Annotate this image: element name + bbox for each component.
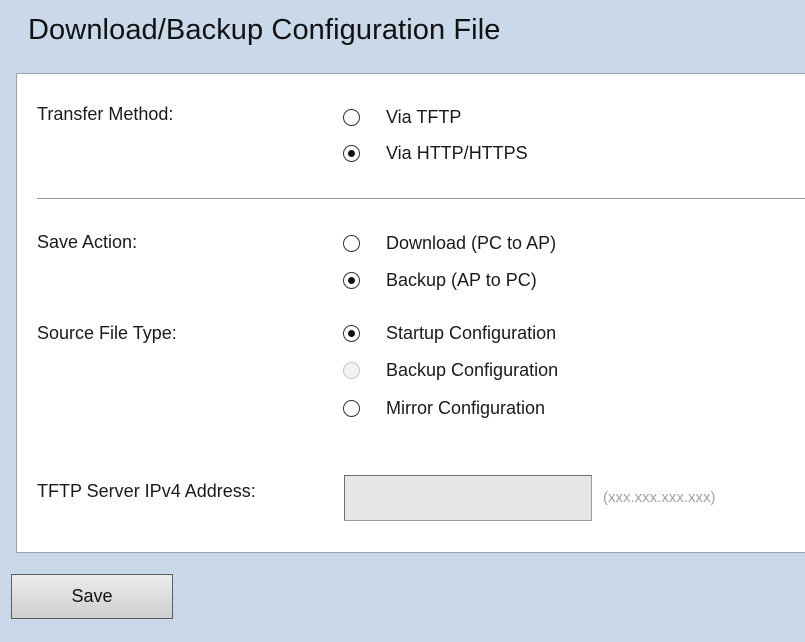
ipv4-format-hint: (xxx.xxx.xxx.xxx) bbox=[603, 489, 716, 506]
source-file-type-label: Source File Type: bbox=[37, 323, 177, 343]
radio-option-download[interactable]: Download (PC to AP) bbox=[343, 230, 556, 256]
option-label-via-tftp: Via TFTP bbox=[386, 106, 462, 127]
save-action-label: Save Action: bbox=[37, 232, 138, 252]
option-label-mirror-configuration: Mirror Configuration bbox=[386, 397, 546, 418]
transfer-method-label: Transfer Method: bbox=[37, 104, 174, 124]
configuration-panel: Transfer Method: Via TFTP Via HTTP/HTTPS… bbox=[16, 73, 805, 553]
tftp-server-ipv4-address-input[interactable] bbox=[344, 475, 592, 521]
radio-download-pc-to-ap[interactable] bbox=[343, 234, 360, 252]
radio-mirror-configuration[interactable] bbox=[343, 399, 360, 417]
radio-option-backup[interactable]: Backup (AP to PC) bbox=[343, 267, 537, 293]
radio-startup-configuration[interactable] bbox=[343, 324, 360, 342]
radio-backup-configuration bbox=[343, 361, 360, 379]
option-label-backup: Backup (AP to PC) bbox=[386, 269, 537, 290]
radio-option-mirror-configuration[interactable]: Mirror Configuration bbox=[343, 395, 545, 421]
radio-backup-ap-to-pc[interactable] bbox=[343, 271, 360, 289]
option-label-via-http-https: Via HTTP/HTTPS bbox=[386, 142, 528, 163]
option-label-download: Download (PC to AP) bbox=[386, 232, 557, 253]
radio-option-backup-configuration: Backup Configuration bbox=[343, 357, 558, 383]
tftp-server-ipv4-address-label: TFTP Server IPv4 Address: bbox=[37, 481, 256, 501]
save-button[interactable]: Save bbox=[11, 574, 173, 619]
option-label-backup-configuration: Backup Configuration bbox=[386, 359, 559, 380]
radio-option-via-tftp[interactable]: Via TFTP bbox=[343, 104, 461, 130]
radio-via-http-https[interactable] bbox=[343, 144, 360, 162]
radio-via-tftp[interactable] bbox=[343, 108, 360, 126]
page-title: Download/Backup Configuration File bbox=[28, 14, 501, 46]
option-label-startup-configuration: Startup Configuration bbox=[386, 322, 557, 343]
section-divider bbox=[37, 198, 805, 199]
radio-option-via-http-https[interactable]: Via HTTP/HTTPS bbox=[343, 140, 528, 166]
radio-option-startup-configuration[interactable]: Startup Configuration bbox=[343, 320, 556, 346]
